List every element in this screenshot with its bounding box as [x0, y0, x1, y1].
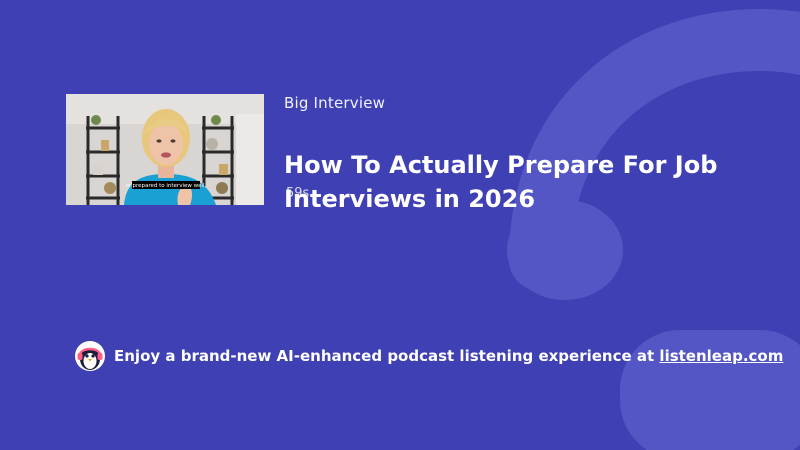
headphones-logo-watermark-icon	[507, 8, 800, 450]
episode-thumbnail[interactable]: in prepared to interview well,	[66, 94, 264, 205]
episode-title[interactable]: How To Actually Prepare For Job Intervie…	[284, 148, 764, 216]
channel-name[interactable]: Big Interview	[284, 94, 385, 112]
promo-message: Enjoy a brand-new AI-enhanced podcast li…	[114, 347, 655, 365]
thumbnail-caption: in prepared to interview well,	[126, 183, 207, 189]
penguin-headphones-icon	[75, 341, 105, 371]
promo-text: Enjoy a brand-new AI-enhanced podcast li…	[114, 347, 783, 365]
promo-banner: Enjoy a brand-new AI-enhanced podcast li…	[74, 340, 783, 372]
listenleap-link[interactable]: listenleap.com	[659, 347, 783, 365]
